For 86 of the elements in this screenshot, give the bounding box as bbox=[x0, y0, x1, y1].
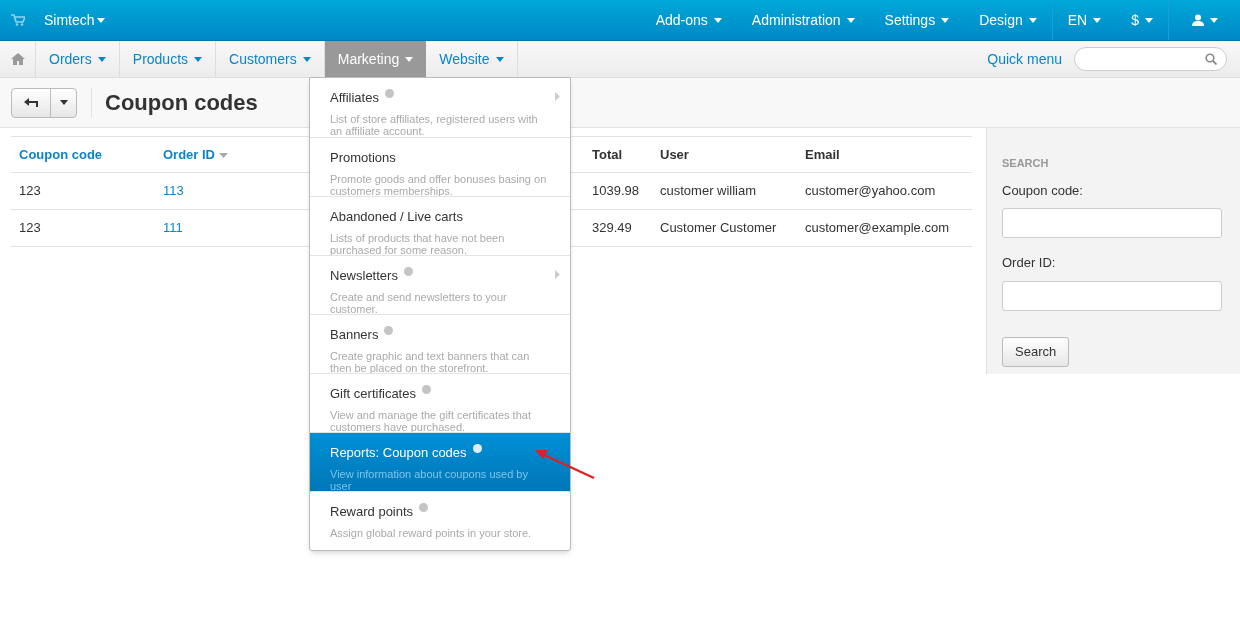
store-menu[interactable]: Simtech bbox=[44, 9, 105, 31]
table-cell: customer@yahoo.com bbox=[805, 183, 936, 199]
page-title: Coupon codes bbox=[105, 89, 258, 117]
top-menu-item[interactable]: Administration bbox=[736, 0, 870, 40]
menu-item-description: Lists of products that have not been purchased for some reason. bbox=[330, 231, 506, 256]
input-field[interactable] bbox=[1002, 280, 1222, 311]
column-header: Email bbox=[805, 146, 840, 162]
home-icon bbox=[10, 53, 25, 65]
column-header[interactable]: Order ID bbox=[163, 146, 228, 162]
addon-badge-icon bbox=[384, 89, 394, 99]
menu-item-title: Affiliates bbox=[330, 89, 379, 107]
nav-tab[interactable]: Products bbox=[119, 41, 217, 77]
menu-item[interactable]: Reward points Assign global reward points in your store. bbox=[310, 491, 570, 550]
menu-item-description: Promote goods and offer bonuses basing on customers memberships. bbox=[330, 172, 548, 197]
quick-menu-link[interactable]: Quick menu bbox=[987, 48, 1062, 70]
back-arrow-icon bbox=[24, 97, 38, 108]
submenu-arrow-icon bbox=[555, 92, 560, 101]
cart-icon bbox=[11, 14, 25, 26]
menu-item-title: Abandoned / Live carts bbox=[330, 208, 463, 226]
menu-item-title: Reward points bbox=[330, 503, 414, 521]
caret-icon bbox=[1093, 17, 1102, 23]
menu-item-description: List of store affiliates, registered users with an affiliate account. bbox=[330, 112, 539, 137]
top-menu-item[interactable]: Design bbox=[964, 0, 1052, 40]
nav-tab[interactable]: Orders bbox=[36, 41, 120, 77]
top-menu-item[interactable]: Add-ons bbox=[640, 0, 737, 40]
menu-item-title: Promotions bbox=[330, 149, 396, 167]
table-cell[interactable]: 111 bbox=[163, 220, 183, 236]
column-header: Total bbox=[592, 146, 623, 162]
user-icon bbox=[1191, 14, 1204, 26]
top-menu-item[interactable]: Settings bbox=[869, 0, 965, 40]
menu-item[interactable]: Promotions Promote goods and offer bonuses basing on customers memberships. bbox=[310, 137, 570, 196]
menu-item[interactable]: Reports: Coupon codes View information about coupons used by user bbox=[310, 432, 570, 491]
caret-icon bbox=[59, 100, 68, 105]
column-header[interactable]: Coupon code bbox=[19, 146, 103, 162]
nav-tab[interactable]: Marketing bbox=[324, 41, 427, 77]
menu-item-description: View information about coupons used by user bbox=[330, 467, 529, 492]
annotation-arrow bbox=[534, 449, 595, 480]
caret-icon bbox=[194, 56, 203, 62]
menu-item-description: View and manage the gift certificates that customers have purchased. bbox=[330, 408, 532, 433]
caret-icon bbox=[846, 17, 855, 23]
menu-item-description: Create and send newsletters to your customer. bbox=[330, 290, 508, 315]
caret-icon bbox=[1145, 17, 1153, 23]
addon-badge-icon bbox=[384, 326, 394, 336]
table-cell: 1039.98 bbox=[592, 183, 639, 199]
addon-badge-icon bbox=[472, 444, 482, 454]
table-cell[interactable]: 113 bbox=[163, 183, 184, 199]
search-field[interactable] bbox=[1074, 47, 1227, 71]
caret-icon bbox=[302, 56, 311, 62]
addon-badge-icon bbox=[403, 267, 413, 277]
language-menu[interactable]: EN bbox=[1051, 0, 1117, 40]
table-cell: 123 bbox=[19, 183, 41, 199]
menu-item[interactable]: Affiliates List of store affiliates, registered users with an affiliate account. bbox=[310, 78, 570, 137]
menu-item[interactable]: Abandoned / Live carts Lists of products that have not been purchased for some reason. bbox=[310, 196, 570, 255]
field-label: Order ID: bbox=[1002, 254, 1057, 272]
menu-item[interactable]: Newsletters Create and send newsletters to your customer. bbox=[310, 255, 570, 314]
menu-item-title: Reports: Coupon codes bbox=[330, 444, 467, 462]
caret-icon bbox=[495, 56, 504, 62]
caret-icon bbox=[713, 17, 722, 23]
caret-icon bbox=[97, 56, 106, 62]
search-icon bbox=[1205, 53, 1217, 65]
caret-icon bbox=[96, 17, 105, 23]
menu-item-description: Assign global reward points in your store. bbox=[330, 526, 533, 539]
menu-item-title: Gift certificates bbox=[330, 385, 416, 403]
table-cell: Customer Customer bbox=[660, 220, 777, 236]
sort-caret-icon bbox=[219, 152, 228, 158]
caret-icon bbox=[405, 56, 414, 62]
currency-menu[interactable]: $ bbox=[1116, 0, 1168, 40]
menu-item-title: Banners bbox=[330, 326, 379, 344]
table-cell: 329.49 bbox=[592, 220, 632, 236]
table-cell: 123 bbox=[19, 220, 41, 236]
column-header: User bbox=[660, 146, 689, 162]
menu-item-description: Create graphic and text banners that can then be placed on the storefront. bbox=[330, 349, 531, 374]
table-cell: customer william bbox=[660, 183, 757, 199]
table-cell: customer@example.com bbox=[805, 220, 949, 236]
field-label: Coupon code: bbox=[1002, 181, 1084, 200]
menu-item-title: Newsletters bbox=[330, 267, 398, 285]
submenu-arrow-icon bbox=[555, 270, 560, 279]
menu-item[interactable]: Banners Create graphic and text banners that can then be placed on the storefront. bbox=[310, 314, 570, 373]
panel-heading: SEARCH bbox=[1002, 156, 1050, 171]
caret-icon bbox=[941, 17, 950, 23]
caret-icon bbox=[1028, 17, 1037, 23]
search-button[interactable]: Search bbox=[1002, 336, 1070, 367]
addon-badge-icon bbox=[421, 385, 431, 395]
addon-badge-icon bbox=[419, 503, 429, 513]
input-field[interactable] bbox=[1002, 208, 1222, 238]
caret-icon bbox=[1209, 17, 1218, 23]
